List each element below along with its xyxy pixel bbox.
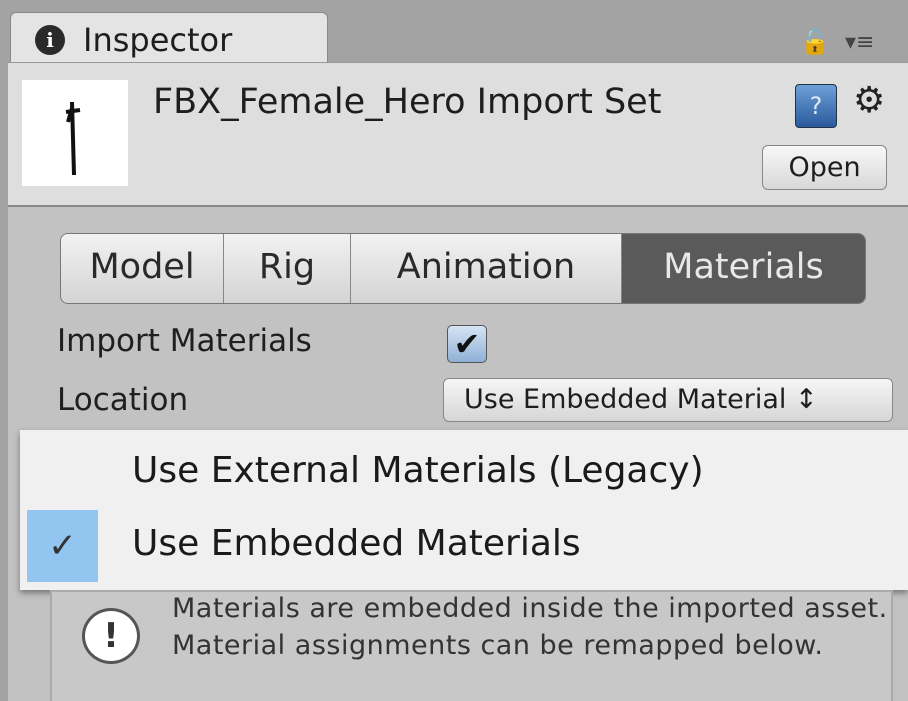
info-icon: i (35, 25, 65, 55)
import-materials-label: Import Materials (57, 323, 312, 359)
help-book-icon[interactable]: ? (795, 84, 837, 128)
location-dropdown[interactable]: Use Embedded Material ↕ (443, 378, 893, 422)
tab-materials[interactable]: Materials (622, 234, 865, 303)
checkmark-icon: ✓ (27, 510, 98, 582)
tab-rig[interactable]: Rig (224, 234, 351, 303)
location-popup-menu: Use External Materials (Legacy) ✓ Use Em… (20, 430, 908, 590)
tab-inspector[interactable]: i Inspector (10, 12, 328, 64)
tab-menu-icon[interactable]: ▾≡ (845, 30, 874, 55)
asset-title: FBX_Female_Hero Import Set (153, 82, 662, 122)
asset-thumbnail (22, 80, 128, 186)
menu-item-external-materials[interactable]: Use External Materials (Legacy) (132, 450, 704, 491)
import-tabs: Model Rig Animation Materials (60, 233, 866, 304)
gear-icon[interactable]: ⚙ (853, 80, 885, 121)
lock-icon[interactable]: 🔓 (800, 28, 830, 56)
import-materials-checkbox[interactable]: ✔ (447, 325, 487, 363)
tab-model[interactable]: Model (61, 234, 224, 303)
tab-animation[interactable]: Animation (351, 234, 622, 303)
tab-label: Inspector (83, 21, 233, 59)
menu-item-embedded-materials[interactable]: Use Embedded Materials (132, 523, 581, 564)
open-button[interactable]: Open (762, 145, 887, 190)
warning-icon: ! (82, 608, 140, 664)
help-message: Materials are embedded inside the import… (172, 593, 888, 661)
location-label: Location (57, 382, 189, 418)
